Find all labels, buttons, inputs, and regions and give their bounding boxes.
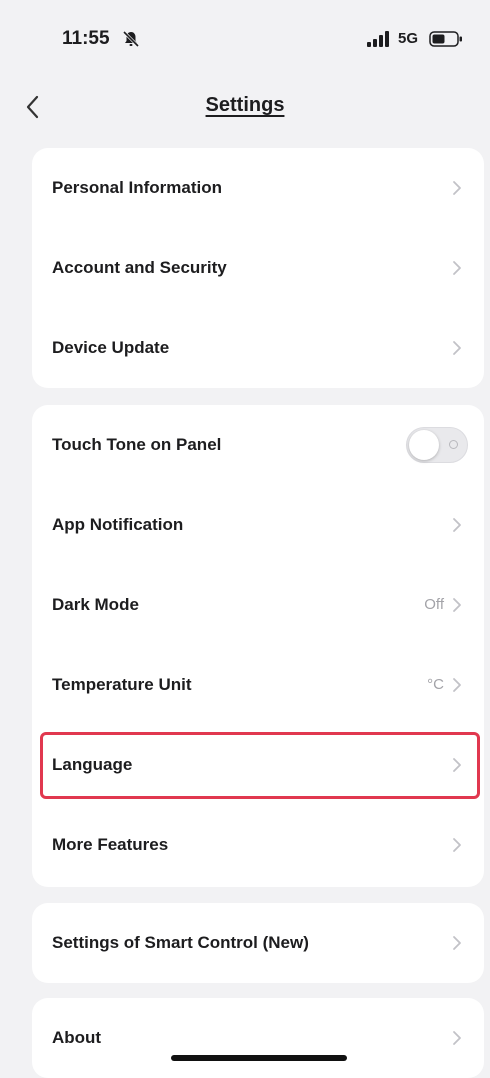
- network-type: 5G: [398, 30, 419, 47]
- row-label: Touch Tone on Panel: [52, 435, 222, 454]
- row-label: Language: [52, 755, 133, 774]
- chevron-right-icon: [453, 1031, 461, 1045]
- chevron-right-icon: [453, 181, 461, 195]
- row-label: About: [52, 1028, 102, 1047]
- signal-icon: [367, 31, 389, 47]
- row-settings-of-smart-control[interactable]: Settings of Smart Control (New): [32, 903, 484, 983]
- row-label: App Notification: [52, 515, 184, 534]
- chevron-right-icon: [453, 758, 461, 772]
- row-label: More Features: [52, 835, 169, 854]
- row-more-features[interactable]: More Features: [32, 805, 484, 885]
- row-label: Dark Mode: [52, 595, 139, 614]
- row-account-and-security[interactable]: Account and Security: [32, 228, 484, 308]
- row-device-update[interactable]: Device Update: [32, 308, 484, 388]
- toggle-off-indicator: [449, 440, 458, 449]
- settings-group-smart-control: Settings of Smart Control (New): [32, 903, 484, 983]
- dark-mode-value: Off: [424, 596, 444, 613]
- row-label: Temperature Unit: [52, 675, 192, 694]
- chevron-right-icon: [453, 341, 461, 355]
- chevron-right-icon: [453, 678, 461, 692]
- row-about[interactable]: About: [32, 998, 484, 1078]
- page-title: Settings: [205, 94, 285, 116]
- chevron-right-icon: [453, 838, 461, 852]
- row-language[interactable]: Language: [32, 725, 484, 805]
- toggle-knob: [409, 430, 439, 460]
- row-app-notification[interactable]: App Notification: [32, 485, 484, 565]
- row-temperature-unit[interactable]: Temperature Unit °C: [32, 645, 484, 725]
- row-touch-tone-on-panel: Touch Tone on Panel: [32, 405, 484, 485]
- row-label: Settings of Smart Control (New): [52, 933, 309, 952]
- settings-group-about: About: [32, 998, 484, 1078]
- row-label: Personal Information: [52, 178, 223, 197]
- battery-icon: [429, 31, 462, 47]
- status-bar: 11:55 5G: [0, 0, 490, 80]
- chevron-right-icon: [453, 518, 461, 532]
- touch-tone-toggle[interactable]: [406, 427, 468, 463]
- chevron-right-icon: [453, 261, 461, 275]
- navigation-bar: Settings: [0, 80, 490, 136]
- home-indicator: [171, 1055, 347, 1061]
- row-label: Device Update: [52, 338, 170, 357]
- row-label: Account and Security: [52, 258, 227, 277]
- settings-group-preferences: Touch Tone on Panel App Notification Dar…: [32, 405, 484, 887]
- chevron-right-icon: [453, 598, 461, 612]
- chevron-right-icon: [453, 936, 461, 950]
- bell-slash-icon: [122, 30, 140, 48]
- temperature-unit-value: °C: [427, 676, 444, 693]
- status-time: 11:55: [62, 28, 110, 49]
- row-personal-information[interactable]: Personal Information: [32, 148, 484, 228]
- settings-group-account: Personal Information Account and Securit…: [32, 148, 484, 388]
- row-dark-mode[interactable]: Dark Mode Off: [32, 565, 484, 645]
